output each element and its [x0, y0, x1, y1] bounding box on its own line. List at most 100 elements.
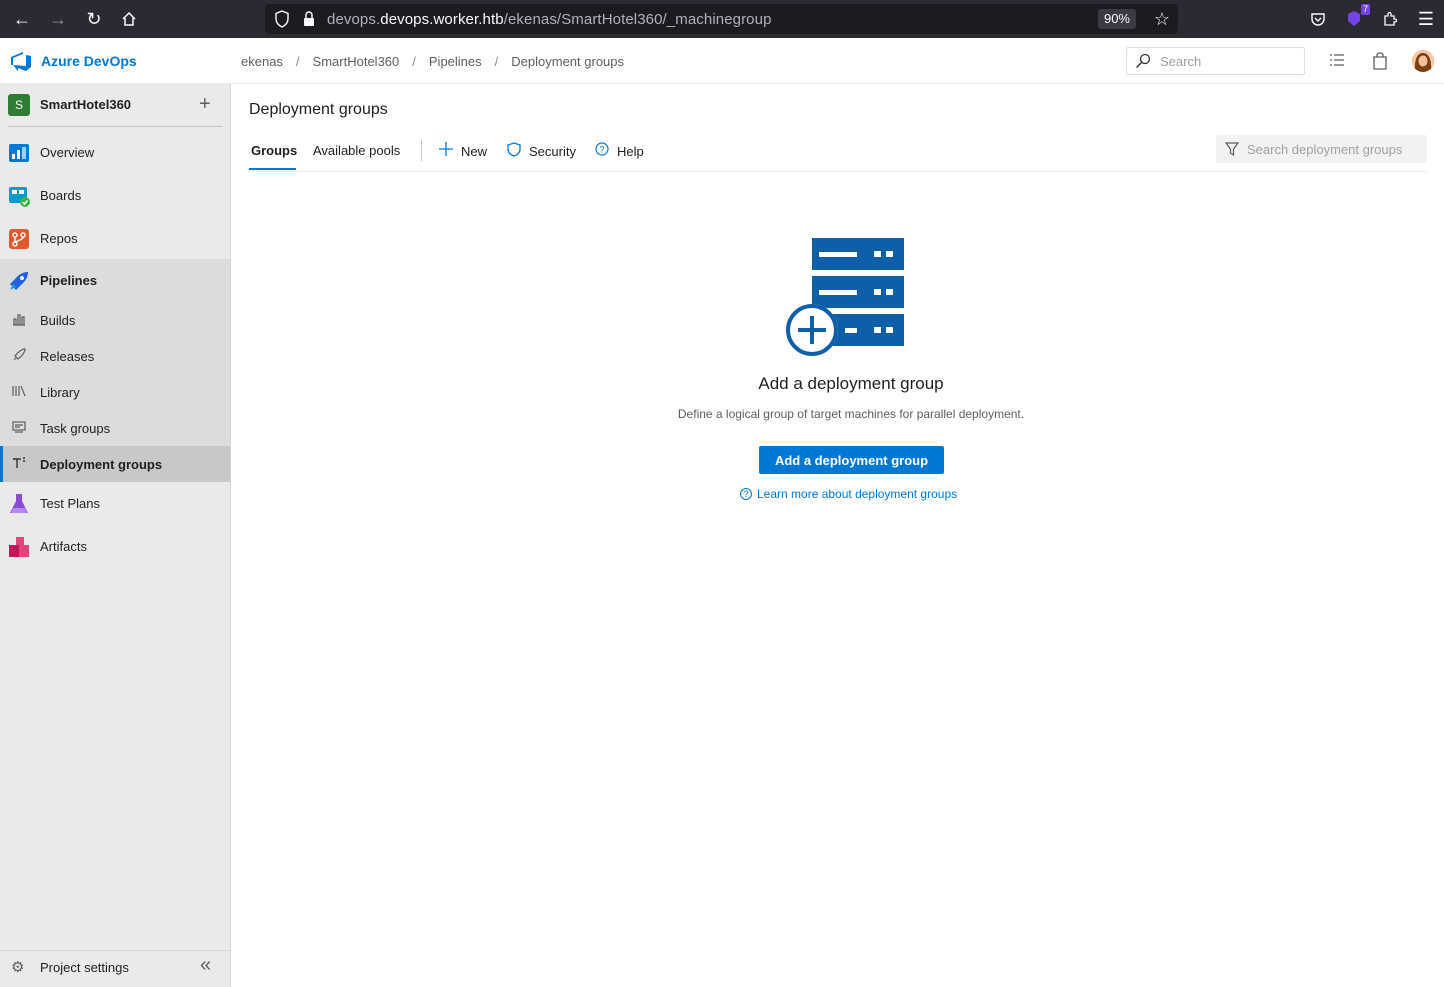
- breadcrumb-project[interactable]: SmartHotel360: [313, 54, 400, 69]
- help-button[interactable]: ? Help: [595, 142, 644, 160]
- search-input[interactable]: Search: [1126, 47, 1305, 75]
- shield-icon[interactable]: [274, 10, 290, 33]
- bookmark-star-icon[interactable]: ☆: [1154, 9, 1170, 30]
- svg-text:?: ?: [599, 145, 604, 155]
- new-button[interactable]: New: [439, 142, 487, 160]
- puzzle-icon[interactable]: [1372, 0, 1408, 38]
- tab-available-pools[interactable]: Available pools: [313, 143, 400, 158]
- sidebar-item-label: Pipelines: [40, 273, 98, 288]
- url-host: devops.worker.htb: [380, 11, 504, 28]
- lock-icon[interactable]: [302, 10, 316, 33]
- help-icon: ?: [595, 142, 609, 160]
- divider: [421, 139, 422, 161]
- project-settings[interactable]: ⚙ Project settings «: [0, 950, 230, 982]
- sidebar-item-label: Library: [40, 384, 80, 400]
- menu-icon[interactable]: ☰: [1408, 0, 1444, 38]
- search-placeholder: Search: [1160, 53, 1202, 69]
- pipelines-group: Pipelines Builds Releases Library Task g…: [0, 259, 230, 482]
- pocket-icon[interactable]: [1300, 0, 1336, 38]
- project-badge: S: [8, 94, 30, 116]
- pipelines-icon: [10, 271, 28, 290]
- breadcrumb-deployment-groups[interactable]: Deployment groups: [511, 54, 624, 69]
- shield-icon: [507, 142, 521, 161]
- sidebar-item-builds[interactable]: Builds: [0, 302, 230, 338]
- project-row[interactable]: S SmartHotel360 +: [0, 84, 230, 126]
- sidebar-item-label: Overview: [40, 145, 95, 160]
- plus-icon: [439, 142, 453, 160]
- divider: [8, 126, 222, 127]
- collapse-sidebar-icon[interactable]: «: [200, 954, 211, 977]
- reload-icon[interactable]: ↻: [76, 0, 112, 38]
- filter-deployment-groups-input[interactable]: Search deployment groups: [1216, 135, 1427, 163]
- breadcrumb-org[interactable]: ekenas: [241, 54, 283, 69]
- page-title: Deployment groups: [249, 101, 388, 118]
- sidebar-item-label: Boards: [40, 188, 82, 203]
- url-scheme: devops.: [327, 11, 381, 28]
- breadcrumb-pipelines[interactable]: Pipelines: [429, 54, 482, 69]
- add-icon[interactable]: +: [199, 94, 211, 114]
- rocket-icon: [12, 347, 26, 365]
- sidebar-item-artifacts[interactable]: Artifacts: [0, 525, 230, 568]
- url-path: /ekenas/SmartHotel360/_machinegroup: [503, 11, 772, 28]
- deployment-groups-icon: [12, 456, 26, 473]
- sidebar-item-repos[interactable]: Repos: [0, 217, 230, 260]
- artifacts-icon: [9, 536, 29, 557]
- app-title[interactable]: Azure DevOps: [41, 53, 137, 69]
- breadcrumb-separator: /: [295, 54, 300, 69]
- azure-devops-logo-icon[interactable]: [10, 52, 32, 72]
- security-button[interactable]: Security: [507, 142, 576, 161]
- empty-state-title: Add a deployment group: [758, 374, 944, 393]
- add-deployment-group-button[interactable]: Add a deployment group: [759, 446, 944, 474]
- sidebar-item-label: Releases: [40, 348, 95, 364]
- breadcrumb-separator: /: [494, 54, 499, 69]
- filter-icon: [1225, 142, 1239, 156]
- notification-count: 7: [1360, 4, 1370, 15]
- sidebar-item-label: Builds: [40, 312, 76, 328]
- repos-icon: [9, 228, 29, 249]
- sidebar-item-deployment-groups[interactable]: Deployment groups: [0, 446, 230, 482]
- task-list-icon[interactable]: [1329, 52, 1345, 68]
- sidebar-item-task-groups[interactable]: Task groups: [0, 410, 230, 446]
- sidebar-item-pipelines[interactable]: Pipelines: [0, 259, 230, 302]
- forward-icon[interactable]: →: [40, 0, 76, 38]
- empty-state-description: Define a logical group of target machine…: [677, 407, 1025, 421]
- project-settings-label: Project settings: [40, 960, 129, 975]
- browser-toolbar: ← → ↻ devops.devops.worker.htb/ekenas/Sm…: [0, 0, 1444, 38]
- library-icon: [12, 384, 26, 401]
- boards-icon: [9, 186, 30, 207]
- sidebar-item-overview[interactable]: Overview: [0, 131, 230, 174]
- sidebar-item-library[interactable]: Library: [0, 374, 230, 410]
- sidebar-item-test-plans[interactable]: Test Plans: [0, 482, 230, 525]
- home-icon[interactable]: [111, 0, 147, 38]
- avatar[interactable]: [1412, 50, 1434, 72]
- gear-icon: ⚙: [11, 959, 25, 976]
- test-plans-icon: [10, 493, 28, 513]
- filter-placeholder: Search deployment groups: [1247, 142, 1403, 157]
- extension-icon[interactable]: 7: [1336, 0, 1372, 38]
- sidebar-item-label: Repos: [40, 231, 78, 246]
- task-groups-icon: [12, 420, 26, 437]
- zoom-level[interactable]: 90%: [1097, 9, 1136, 29]
- sidebar-item-boards[interactable]: Boards: [0, 174, 230, 217]
- url-bar[interactable]: devops.devops.worker.htb/ekenas/SmartHot…: [265, 4, 1178, 34]
- search-icon: [1136, 53, 1151, 68]
- main-content: Deployment groups Groups Available pools…: [231, 84, 1444, 987]
- tab-groups[interactable]: Groups: [251, 143, 297, 158]
- back-icon[interactable]: ←: [4, 0, 40, 38]
- breadcrumb-separator: /: [412, 54, 416, 69]
- url-text: devops.devops.worker.htb/ekenas/SmartHot…: [327, 11, 772, 28]
- help-button-label: Help: [617, 143, 644, 159]
- learn-more-link-label: Learn more about deployment groups: [757, 487, 958, 501]
- sidebar-item-releases[interactable]: Releases: [0, 338, 230, 374]
- active-tab-indicator: [249, 168, 296, 170]
- learn-more-link[interactable]: ? Learn more about deployment groups: [740, 487, 957, 501]
- server-add-illustration-icon: [786, 238, 904, 356]
- project-name[interactable]: SmartHotel360: [40, 97, 131, 112]
- new-button-label: New: [461, 143, 488, 159]
- sidebar-item-label: Task groups: [40, 420, 111, 436]
- sidebar-item-label: Artifacts: [40, 539, 87, 554]
- breadcrumb: ekenas / SmartHotel360 / Pipelines / Dep…: [241, 54, 624, 69]
- builds-icon: [12, 312, 26, 329]
- marketplace-bag-icon[interactable]: [1372, 52, 1388, 70]
- sidebar-item-label: Deployment groups: [40, 456, 163, 472]
